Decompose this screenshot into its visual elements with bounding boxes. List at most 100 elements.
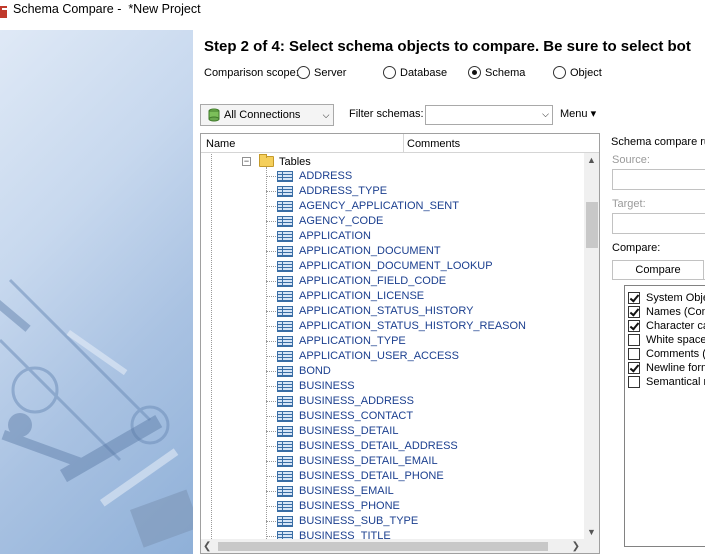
table-name: BUSINESS_EMAIL bbox=[299, 485, 394, 497]
table-name: APPLICATION bbox=[299, 230, 371, 242]
table-node[interactable]: BUSINESS_CONTACT bbox=[201, 409, 583, 424]
column-header-name[interactable]: Name bbox=[206, 138, 235, 150]
scope-radio-object[interactable]: Object bbox=[553, 66, 602, 79]
tree-connector bbox=[266, 296, 276, 297]
table-node[interactable]: APPLICATION_DOCUMENT_LOOKUP bbox=[201, 259, 583, 274]
tree-connector bbox=[266, 416, 276, 417]
radio-indicator[interactable] bbox=[297, 66, 310, 79]
horizontal-scroll-thumb[interactable] bbox=[218, 542, 548, 551]
table-name: ADDRESS_TYPE bbox=[299, 185, 388, 197]
table-node[interactable]: APPLICATION_STATUS_HISTORY bbox=[201, 304, 583, 319]
scope-radio-schema[interactable]: Schema bbox=[468, 66, 525, 79]
option-comments[interactable]: Comments (D bbox=[628, 347, 705, 361]
checkbox-checked[interactable] bbox=[628, 320, 640, 332]
scroll-left-arrow-icon[interactable]: ❮ bbox=[203, 539, 211, 553]
option-names[interactable]: Names (Cons bbox=[628, 305, 705, 319]
table-node[interactable]: BUSINESS_DETAIL_EMAIL bbox=[201, 454, 583, 469]
table-node[interactable]: BUSINESS_PHONE bbox=[201, 499, 583, 514]
column-header-comments[interactable]: Comments bbox=[407, 138, 460, 150]
table-icon bbox=[277, 456, 293, 467]
table-node[interactable]: ADDRESS_TYPE bbox=[201, 184, 583, 199]
checkbox-checked[interactable] bbox=[628, 362, 640, 374]
schema-object-tree[interactable]: Name Comments − Tables ADDRESS ADDRESS_TY… bbox=[200, 133, 600, 554]
column-divider[interactable] bbox=[403, 134, 404, 153]
scroll-right-arrow-icon[interactable]: ❯ bbox=[572, 539, 580, 553]
table-node[interactable]: BUSINESS_DETAIL_PHONE bbox=[201, 469, 583, 484]
table-node[interactable]: BOND bbox=[201, 364, 583, 379]
table-name: APPLICATION_STATUS_HISTORY_REASON bbox=[299, 320, 526, 332]
option-character-case[interactable]: Character ca bbox=[628, 319, 705, 333]
table-node[interactable]: BUSINESS_EMAIL bbox=[201, 484, 583, 499]
table-node[interactable]: APPLICATION_DOCUMENT bbox=[201, 244, 583, 259]
option-white-spaces[interactable]: White spaces bbox=[628, 333, 705, 347]
tree-connector bbox=[266, 326, 276, 327]
table-name: APPLICATION_STATUS_HISTORY bbox=[299, 305, 474, 317]
tree-connector bbox=[266, 386, 276, 387]
option-system-objects[interactable]: System Obje bbox=[628, 291, 705, 305]
table-node[interactable]: APPLICATION_LICENSE bbox=[201, 289, 583, 304]
radio-indicator[interactable] bbox=[553, 66, 566, 79]
tree-connector bbox=[266, 311, 276, 312]
table-icon bbox=[277, 321, 293, 332]
table-icon bbox=[277, 231, 293, 242]
vertical-scroll-thumb[interactable] bbox=[586, 202, 598, 248]
table-node[interactable]: BUSINESS_SUB_TYPE bbox=[201, 514, 583, 529]
collapse-toggle-icon[interactable]: − bbox=[242, 157, 251, 166]
tree-connector bbox=[266, 221, 276, 222]
table-name: APPLICATION_DOCUMENT bbox=[299, 245, 441, 257]
checkbox-checked[interactable] bbox=[628, 306, 640, 318]
tab-compare[interactable]: Compare bbox=[612, 260, 704, 280]
table-name: BUSINESS_SUB_TYPE bbox=[299, 515, 419, 527]
tree-connector bbox=[266, 506, 276, 507]
tree-vertical-scrollbar[interactable]: ▲ ▼ bbox=[584, 153, 599, 540]
folder-icon bbox=[259, 154, 274, 167]
radio-indicator[interactable] bbox=[383, 66, 396, 79]
checkbox-unchecked[interactable] bbox=[628, 334, 640, 346]
tree-connector bbox=[266, 446, 276, 447]
scrollbar-corner bbox=[584, 539, 599, 553]
table-node[interactable]: AGENCY_APPLICATION_SENT bbox=[201, 199, 583, 214]
table-node[interactable]: APPLICATION_TYPE bbox=[201, 334, 583, 349]
target-field[interactable] bbox=[612, 213, 705, 234]
table-node[interactable]: APPLICATION_USER_ACCESS bbox=[201, 349, 583, 364]
table-node[interactable]: ADDRESS bbox=[201, 169, 583, 184]
scroll-down-arrow-icon[interactable]: ▼ bbox=[584, 525, 599, 540]
target-label: Target: bbox=[612, 198, 646, 210]
table-node[interactable]: APPLICATION_FIELD_CODE bbox=[201, 274, 583, 289]
scope-radio-database[interactable]: Database bbox=[383, 66, 447, 79]
filter-schemas-label: Filter schemas: bbox=[349, 108, 424, 120]
menu-button[interactable]: Menu ▾ bbox=[560, 107, 596, 120]
radio-indicator-selected[interactable] bbox=[468, 66, 481, 79]
table-name: BUSINESS_DETAIL_PHONE bbox=[299, 470, 444, 482]
table-name: BUSINESS_PHONE bbox=[299, 500, 400, 512]
table-node[interactable]: APPLICATION_STATUS_HISTORY_REASON bbox=[201, 319, 583, 334]
tree-horizontal-scrollbar[interactable]: ❮ ❯ bbox=[201, 539, 584, 553]
tree-connector bbox=[266, 356, 276, 357]
table-node[interactable]: AGENCY_CODE bbox=[201, 214, 583, 229]
table-node[interactable]: APPLICATION bbox=[201, 229, 583, 244]
tree-connector bbox=[266, 521, 276, 522]
checkbox-unchecked[interactable] bbox=[628, 376, 640, 388]
table-node[interactable]: BUSINESS_DETAIL_ADDRESS bbox=[201, 439, 583, 454]
table-icon bbox=[277, 471, 293, 482]
table-node[interactable]: BUSINESS bbox=[201, 379, 583, 394]
table-name: APPLICATION_LICENSE bbox=[299, 290, 425, 302]
tables-folder-label: Tables bbox=[279, 155, 311, 168]
table-node[interactable]: BUSINESS_ADDRESS bbox=[201, 394, 583, 409]
connections-dropdown[interactable]: All Connections ⌵ bbox=[200, 104, 334, 126]
scope-radio-server[interactable]: Server bbox=[297, 66, 346, 79]
tree-connector bbox=[266, 341, 276, 342]
table-name: BUSINESS_DETAIL bbox=[299, 425, 399, 437]
scroll-up-arrow-icon[interactable]: ▲ bbox=[584, 153, 599, 168]
filter-schemas-combo[interactable]: ⌵ bbox=[425, 105, 553, 125]
option-newline-format[interactable]: Newline form bbox=[628, 361, 705, 375]
comparison-scope-label: Comparison scope: bbox=[204, 67, 299, 79]
table-icon bbox=[277, 396, 293, 407]
checkbox-unchecked[interactable] bbox=[628, 348, 640, 360]
checkbox-checked[interactable] bbox=[628, 292, 640, 304]
table-node[interactable]: BUSINESS_DETAIL bbox=[201, 424, 583, 439]
connections-label: All Connections bbox=[224, 109, 301, 121]
option-semantical-names[interactable]: Semantical na bbox=[628, 375, 705, 389]
source-field[interactable] bbox=[612, 169, 705, 190]
tables-folder-node[interactable]: − Tables bbox=[242, 154, 311, 169]
